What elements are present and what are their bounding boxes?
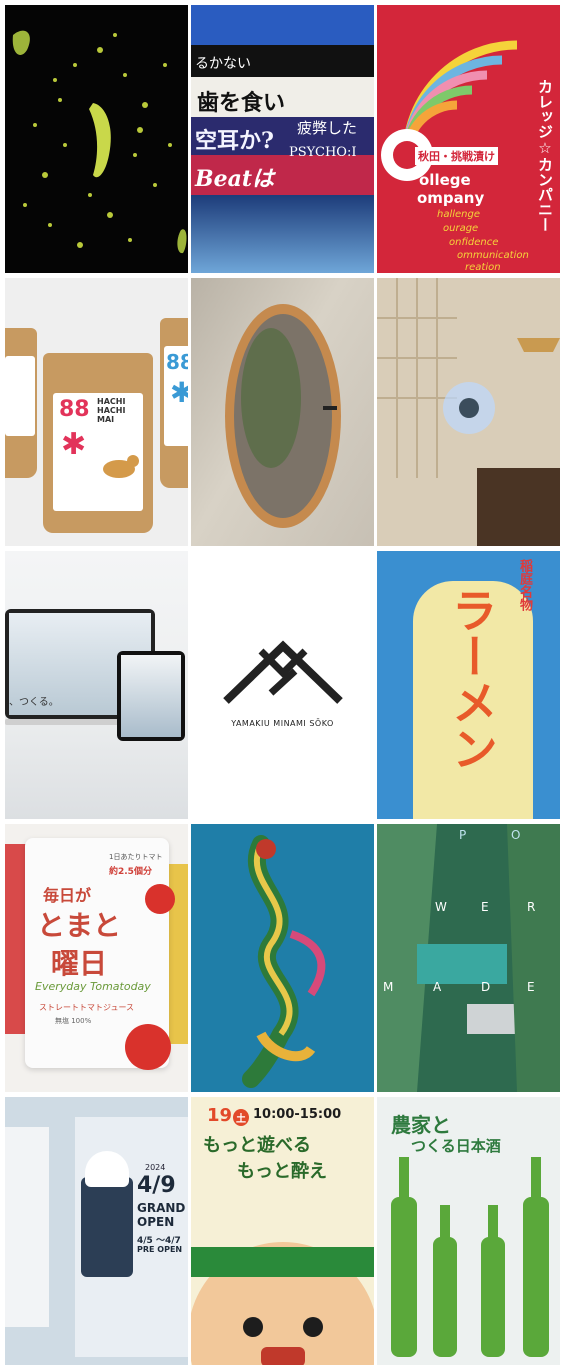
college-word: ollege	[419, 171, 471, 189]
yamakiu-logo-text: YAMAKIU MINAMI SŌKO	[231, 719, 334, 728]
rice-flower-icon: ✱	[61, 427, 87, 462]
tablet-mockup	[117, 651, 185, 741]
juice-badge-line: 1日あたりトマト	[109, 853, 163, 861]
event-headline: もっと遊べる	[203, 1135, 311, 1156]
poster-pre-open: PRE OPEN	[137, 1245, 183, 1254]
dam-letter: W	[435, 900, 447, 914]
portfolio-tile-dragon-poster[interactable]	[191, 824, 374, 1092]
aerial-photo	[377, 824, 560, 1092]
sake-bottle-group	[391, 1157, 549, 1357]
juice-badge-line: 約2.5個分	[109, 867, 152, 877]
event-headline: もっと酔え	[237, 1161, 327, 1182]
dam-letter: A	[433, 980, 442, 994]
event-time: 10:00-15:00	[253, 1107, 342, 1122]
rice-brand-number: 88	[166, 350, 188, 374]
portfolio-tile-college-company[interactable]: カレッジ☆カンパニー 秋田・挑戦漬け ollege ompany halleng…	[377, 5, 560, 273]
juice-volume: 無塩 100%	[55, 1017, 92, 1025]
collage-text: Beatは	[195, 166, 275, 192]
poster-year: 2024	[145, 1163, 166, 1172]
portfolio-tile-collage-poster[interactable]: るかない 歯を食い 空耳か? Beatは 疲弊した PSYCHO:I	[191, 5, 374, 273]
rice-bag: 88 HACHI HACHI MAI ✱	[43, 353, 153, 533]
interior-photo	[377, 278, 560, 546]
dragon-illustration	[242, 835, 326, 1088]
rice-bag: 88 ✱	[160, 318, 188, 488]
portfolio-tile-website-mockup[interactable]: 、つくる。	[5, 551, 188, 819]
event-day: 19	[207, 1105, 233, 1126]
portfolio-grid: るかない 歯を食い 空耳か? Beatは 疲弊した PSYCHO:I カレッジ☆…	[5, 5, 560, 1365]
college-badge: 秋田・挑戦漬け	[415, 147, 498, 165]
collage-text: PSYCHO:I	[289, 145, 357, 160]
rice-brand-name: HACHI	[97, 397, 126, 406]
collage-text: るかない	[195, 56, 251, 72]
shiba-dog-icon	[103, 455, 139, 478]
college-word: onfidence	[449, 237, 499, 248]
portfolio-tile-round-mirror[interactable]	[191, 278, 374, 546]
dam-letter: M	[383, 980, 394, 994]
dam-letter: E	[527, 980, 535, 994]
dam-letter: O	[511, 828, 521, 842]
dam-letter: R	[527, 900, 536, 914]
portfolio-tile-sake-bottles[interactable]: 農家と つくる日本酒	[377, 1097, 560, 1365]
rice-brand-number: 88	[59, 397, 90, 422]
collage-band	[191, 195, 374, 273]
collage-text: 歯を食い	[197, 90, 286, 116]
portfolio-tile-event-poster[interactable]: 19 土 10:00-15:00 もっと遊べる もっと酔え	[191, 1097, 374, 1365]
poster-date: 4/9	[137, 1173, 176, 1198]
poster-open: OPEN	[137, 1215, 175, 1229]
portfolio-tile-interior-room[interactable]	[377, 278, 560, 546]
tomato	[145, 884, 175, 914]
college-word: reation	[465, 262, 501, 273]
yamakiu-mountain-logo	[223, 640, 343, 704]
collage-band	[191, 5, 374, 45]
juice-subtitle: ストレートトマトジュース	[39, 1003, 135, 1012]
portfolio-tile-yamakiu-logo[interactable]: YAMAKIU MINAMI SŌKO	[191, 551, 374, 819]
event-weekday: 土	[233, 1109, 249, 1126]
portfolio-tile-ramen-poster[interactable]: 稲庭名物 ラーメン	[377, 551, 560, 819]
round-mirror-photo	[225, 304, 341, 528]
college-word: hallenge	[437, 209, 481, 220]
collage-text: 空耳か?	[195, 128, 274, 154]
dam-letter: D	[481, 980, 491, 994]
college-vertical-title: カレッジ☆カンパニー	[536, 79, 554, 232]
dam-letter: P	[459, 828, 467, 842]
poster-sheet: 2024 4/9 GRAND OPEN 4/5 〜4/7 PRE OPEN	[75, 1117, 188, 1357]
portfolio-tile-abstract-banana[interactable]	[5, 5, 188, 273]
soft-cream-cup	[81, 1177, 133, 1277]
collage-text: 疲弊した	[297, 119, 358, 137]
college-word: ourage	[443, 223, 479, 234]
portfolio-tile-tomato-juice[interactable]: 1日あたりトマト 約2.5個分 毎日が とまと 曜日 Everyday Toma…	[5, 824, 188, 1092]
juice-title: 曜日	[51, 947, 108, 980]
tomato	[125, 1024, 171, 1070]
portfolio-tile-hachi-rice-bags[interactable]: 88 HACHI HACHI MAI ✱ 88 ✱	[5, 278, 188, 546]
event-illustration	[191, 1242, 374, 1365]
portfolio-tile-grand-open-poster[interactable]: 2024 4/9 GRAND OPEN 4/5 〜4/7 PRE OPEN	[5, 1097, 188, 1365]
rice-brand-name: MAI	[97, 415, 115, 424]
portfolio-tile-aerial-dam[interactable]: P O W E R M A D E	[377, 824, 560, 1092]
abstract-banana-artwork	[12, 30, 187, 254]
rice-bag	[5, 328, 37, 478]
college-word: ompany	[417, 189, 485, 207]
juice-script: Everyday Tomatoday	[35, 980, 151, 993]
college-word: ommunication	[457, 250, 529, 261]
rice-brand-name: HACHI	[97, 406, 126, 415]
dam-letter: E	[481, 900, 489, 914]
ramen-title: ラーメン	[445, 587, 499, 771]
rice-flower-icon: ✱	[170, 376, 188, 409]
ramen-tag: 稲庭名物	[517, 559, 532, 611]
poster-grand: GRAND	[137, 1201, 186, 1215]
juice-title: 毎日が	[43, 886, 92, 905]
juice-title: とまと	[37, 909, 122, 942]
website-snippet: 、つくる。	[9, 697, 59, 708]
